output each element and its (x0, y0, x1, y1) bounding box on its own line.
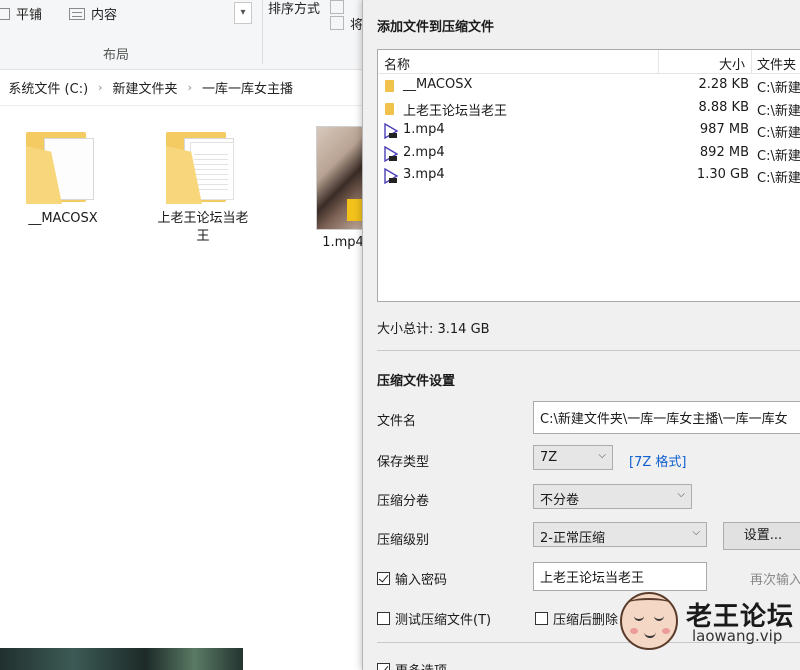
file-size: 987 MB (699, 122, 749, 137)
split-value: 不分卷 (540, 493, 580, 508)
file-name: 2.mp4 (403, 144, 445, 160)
column-header-size[interactable]: 大小 (719, 54, 745, 73)
file-item-macosx[interactable]: __MACOSX (3, 132, 123, 228)
file-list-row[interactable]: 2.mp4 892 MB C:\新建 (378, 143, 800, 165)
password-checkbox[interactable] (377, 572, 390, 585)
file-name: 1.mp4 (403, 122, 445, 137)
test-archive-checkbox[interactable] (377, 612, 390, 625)
file-list-row[interactable]: 3.mp4 1.30 GB C:\新建 (378, 165, 800, 187)
settings-button[interactable]: 设置... (723, 522, 800, 550)
file-list-row[interactable]: 1.mp4 987 MB C:\新建 (378, 120, 800, 142)
filename-field[interactable]: C:\新建文件夹\一库一库女主播\一库一库女 (533, 401, 800, 434)
tile-icon (0, 7, 10, 20)
password-checkbox-label: 输入密码 (395, 573, 448, 588)
test-archive-row[interactable]: 测试压缩文件(T) (377, 609, 491, 628)
sort-by-button[interactable]: 排序方式 (268, 0, 320, 17)
desktop-wallpaper-fragment (0, 648, 243, 670)
column-header-path[interactable]: 文件夹 (757, 54, 796, 73)
watermark-mascot-icon (620, 592, 678, 650)
test-archive-label: 测试压缩文件(T) (395, 613, 492, 628)
file-size: 2.28 KB (698, 77, 749, 92)
file-path: C:\新建 (757, 103, 800, 119)
folder-icon (26, 132, 100, 204)
file-list-header: 名称 大小 文件夹 (378, 50, 800, 74)
add-to-archive-dialog: 添加文件到压缩文件 名称 大小 文件夹 __MACOSX 2.28 KB C:\新建… (362, 0, 800, 670)
sort-label: 排序方式 (268, 2, 321, 17)
folder-icon (385, 102, 394, 115)
save-type-value: 7Z (540, 450, 558, 465)
section-divider (377, 350, 800, 351)
split-label: 压缩分卷 (377, 494, 430, 509)
watermark-url: laowang.vip (692, 627, 783, 645)
level-select[interactable]: 2-正常压缩 ⌵ (533, 522, 707, 547)
dialog-title: 添加文件到压缩文件 (377, 20, 495, 35)
file-name: __MACOSX (403, 77, 473, 92)
file-name: 3.mp4 (403, 167, 445, 182)
chevron-down-icon: ⌵ (598, 450, 606, 461)
tile-label: 平铺 (16, 8, 43, 23)
content-view-button[interactable]: 内容 (69, 4, 117, 23)
file-item-label: 上老王论坛当老王 (157, 211, 249, 244)
column-divider[interactable] (658, 50, 659, 74)
file-list[interactable]: 名称 大小 文件夹 __MACOSX 2.28 KB C:\新建 上老王论坛当老王 8.… (377, 49, 800, 302)
password-field[interactable]: 上老王论坛当老王 (533, 562, 707, 591)
level-value: 2-正常压缩 (540, 531, 605, 546)
video-file-icon (384, 168, 399, 184)
delete-after-checkbox[interactable] (535, 612, 548, 625)
filename-label: 文件名 (377, 414, 417, 429)
password-checkbox-row[interactable]: 输入密码 (377, 569, 447, 588)
file-item-label: __MACOSX (28, 211, 98, 226)
more-options-row[interactable]: 更多选项 (377, 660, 447, 670)
delete-after-row[interactable]: 压缩后删除 (535, 609, 618, 628)
group-by-icon[interactable] (330, 0, 344, 14)
folder-icon (166, 132, 240, 204)
add-columns-icon[interactable] (330, 16, 344, 30)
settings-title: 压缩文件设置 (377, 374, 456, 389)
video-file-icon (384, 145, 399, 162)
chevron-down-icon: ⌵ (677, 489, 685, 500)
layout-scroll-button[interactable]: ▾ (234, 2, 252, 24)
ribbon-separator (262, 0, 263, 64)
level-label: 压缩级别 (377, 533, 430, 548)
breadcrumb-current[interactable]: 一库一库女主播 (202, 78, 293, 97)
file-size: 8.88 KB (698, 99, 749, 115)
column-header-name[interactable]: 名称 (384, 54, 410, 73)
list-icon (69, 7, 85, 20)
file-size: 892 MB (699, 144, 749, 160)
file-name: 上老王论坛当老王 (403, 103, 508, 119)
file-path: C:\新建 (757, 126, 800, 141)
content-label: 内容 (91, 8, 118, 23)
file-list-row[interactable]: __MACOSX 2.28 KB C:\新建 (378, 75, 800, 97)
breadcrumb-folder[interactable]: 新建文件夹 (113, 78, 178, 97)
video-file-icon (384, 123, 399, 139)
more-options-checkbox[interactable] (377, 663, 390, 670)
folder-icon (385, 80, 394, 92)
file-item-laowang[interactable]: 上老王论坛当老王 (143, 132, 263, 246)
file-path: C:\新建 (757, 148, 800, 164)
reenter-password-label: 再次输入 (750, 573, 800, 588)
save-type-label: 保存类型 (377, 455, 430, 470)
breadcrumb-separator: › (187, 81, 192, 94)
column-divider[interactable] (751, 50, 752, 74)
breadcrumb-drive[interactable]: 系统文件 (C:) (8, 78, 88, 97)
file-path: C:\新建 (757, 171, 800, 186)
delete-after-label: 压缩后删除 (553, 613, 619, 628)
save-type-select[interactable]: 7Z ⌵ (533, 445, 613, 470)
split-select[interactable]: 不分卷 ⌵ (533, 484, 692, 509)
tile-view-button[interactable]: 平铺 (0, 4, 42, 23)
file-size: 1.30 GB (696, 167, 749, 182)
file-list-row[interactable]: 上老王论坛当老王 8.88 KB C:\新建 (378, 98, 800, 120)
total-size: 大小总计: 3.14 GB (377, 322, 490, 337)
breadcrumb-separator: › (98, 81, 103, 94)
more-options-label: 更多选项 (395, 660, 447, 670)
chevron-down-icon: ⌵ (692, 527, 700, 538)
layout-group-label: 布局 (103, 48, 130, 63)
file-path: C:\新建 (757, 81, 800, 96)
format-link[interactable]: [7Z 格式] (629, 451, 686, 470)
